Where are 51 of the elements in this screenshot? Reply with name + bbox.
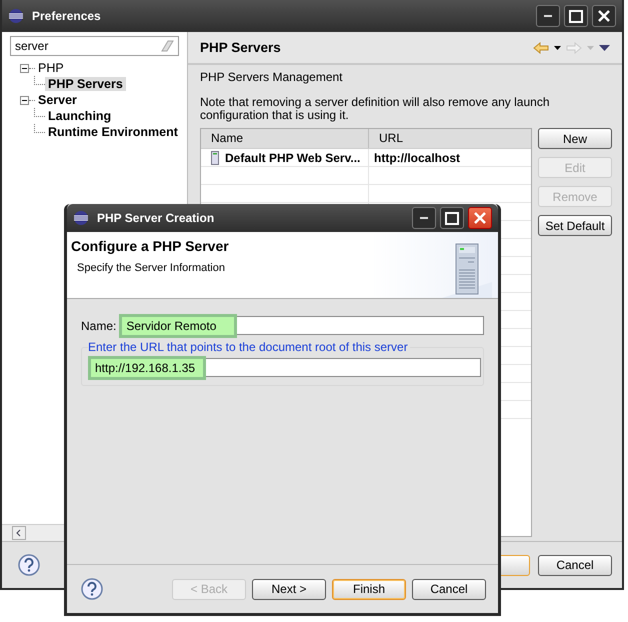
maximize-icon [445,212,459,224]
minimize-button[interactable] [412,207,436,229]
eclipse-icon [8,8,24,24]
scroll-left-icon[interactable] [12,526,26,540]
wizard-button[interactable]: Next > [252,578,326,600]
forward-arrow-icon [566,42,582,54]
help-icon[interactable] [81,578,103,600]
close-button[interactable] [592,5,616,27]
url-field[interactable]: http://192.168.1.35 [88,358,481,377]
wizard-button[interactable]: Cancel [412,578,486,600]
help-icon[interactable] [18,554,40,576]
view-menu-icon[interactable] [599,44,610,50]
dropdown-icon [587,46,594,50]
tree-item[interactable]: PHP [35,61,67,75]
action-button[interactable]: Set Default [538,215,612,236]
close-icon [474,212,486,224]
url-group-label: Enter the URL that points to the document root of this server [88,340,410,354]
window-title: Preferences [32,9,101,23]
server-tower-icon [442,242,492,298]
tree-item[interactable]: Server [35,93,80,107]
column-header[interactable]: Name [201,129,369,148]
name-field[interactable]: Servidor Remoto [119,316,484,335]
wizard-button[interactable]: Finish [332,578,406,600]
minimize-icon [419,216,429,220]
maximize-icon [569,10,583,22]
page-title: PHP Servers [200,40,281,55]
collapse-icon[interactable] [20,96,29,104]
tree-item[interactable]: PHP Servers [45,77,126,91]
dialog-subheading: Specify the Server Information [76,262,226,274]
table-cell: Default PHP Web Serv... [201,149,369,166]
section-label: PHP Servers Management [200,71,344,84]
tree-item[interactable]: Runtime Environment [45,125,181,139]
eclipse-icon [73,210,89,226]
column-header[interactable]: URL [369,129,531,148]
table-cell-text: http://localhost [373,150,461,166]
name-label: Name: [81,318,116,332]
maximize-button[interactable] [564,5,588,27]
tree-item[interactable]: Launching [45,109,114,123]
minimize-button[interactable] [536,5,560,27]
action-button[interactable]: New [538,128,612,149]
note-text: Note that removing a server definition will also remove any launch configuration that is using it. [200,96,551,122]
maximize-button[interactable] [440,207,464,229]
close-icon [598,10,610,22]
dialog-title: PHP Server Creation [97,211,214,225]
close-button[interactable] [468,207,492,229]
minimize-icon [543,14,553,18]
dropdown-icon[interactable] [554,46,561,50]
collapse-icon[interactable] [20,64,29,72]
cancel-button[interactable]: Cancel [538,554,612,576]
filter-field[interactable]: server [10,36,179,56]
dialog-heading: Configure a PHP Server [71,238,230,254]
